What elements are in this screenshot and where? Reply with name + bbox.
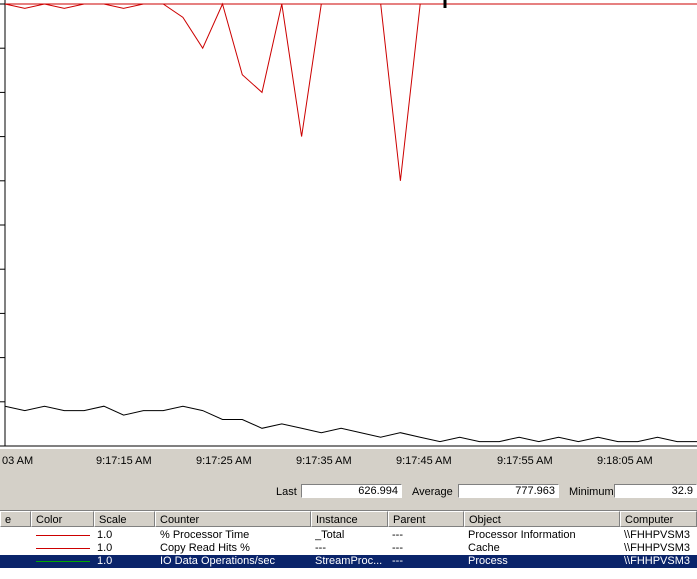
counter-list[interactable]: e Color Scale Counter Instance Parent Ob… bbox=[0, 510, 697, 579]
column-header-counter[interactable]: Counter bbox=[155, 511, 311, 527]
graph-canvas[interactable] bbox=[0, 0, 697, 449]
scale-cell: 1.0 bbox=[97, 529, 113, 541]
column-header-color[interactable]: Color bbox=[31, 511, 94, 527]
instance-cell: --- bbox=[315, 542, 326, 554]
computer-cell: \\FHHPVSM3 bbox=[624, 555, 691, 567]
time-label: 03 AM bbox=[2, 455, 34, 467]
column-header-computer[interactable]: Computer bbox=[620, 511, 697, 527]
counter-row-processor-time[interactable]: 1.0 % Processor Time _Total --- Processo… bbox=[0, 529, 697, 542]
counter-cell: Copy Read Hits % bbox=[160, 542, 250, 554]
column-header-parent[interactable]: Parent bbox=[388, 511, 464, 527]
column-header-scale[interactable]: Scale bbox=[94, 511, 155, 527]
object-cell: Processor Information bbox=[468, 529, 576, 541]
series-line-processor-time bbox=[4, 2, 697, 181]
time-label: 9:17:15 AM bbox=[96, 455, 152, 467]
time-label: 9:17:25 AM bbox=[196, 455, 252, 467]
minimum-label: Minimum bbox=[569, 486, 614, 498]
time-label: 9:18:05 AM bbox=[597, 455, 653, 467]
time-label: 9:17:45 AM bbox=[396, 455, 452, 467]
parent-cell: --- bbox=[392, 555, 403, 567]
color-swatch bbox=[36, 561, 90, 562]
computer-cell: \\FHHPVSM3 bbox=[624, 529, 691, 541]
parent-cell: --- bbox=[392, 542, 403, 554]
last-label: Last bbox=[276, 486, 297, 498]
color-swatch bbox=[36, 548, 90, 549]
last-value: 626.994 bbox=[301, 484, 402, 498]
column-header-object[interactable]: Object bbox=[464, 511, 620, 527]
minimum-value: 32.9 bbox=[614, 484, 697, 498]
instance-cell: _Total bbox=[315, 529, 345, 541]
counter-row-copy-read-hits[interactable]: 1.0 Copy Read Hits % --- --- Cache \\FHH… bbox=[0, 542, 697, 555]
counter-row-io-data-operations[interactable]: 1.0 IO Data Operations/sec StreamProc...… bbox=[0, 555, 697, 568]
performance-graph[interactable] bbox=[0, 0, 697, 449]
counter-cell: % Processor Time bbox=[160, 529, 250, 541]
parent-cell: --- bbox=[392, 529, 403, 541]
time-label: 9:17:55 AM bbox=[497, 455, 553, 467]
object-cell: Cache bbox=[468, 542, 500, 554]
column-header-instance[interactable]: Instance bbox=[311, 511, 388, 527]
color-swatch bbox=[36, 535, 90, 536]
counter-cell: IO Data Operations/sec bbox=[160, 555, 275, 567]
computer-cell: \\FHHPVSM3 bbox=[624, 542, 691, 554]
time-label: 9:17:35 AM bbox=[296, 455, 352, 467]
object-cell: Process bbox=[468, 555, 508, 567]
instance-cell: StreamProc... bbox=[315, 555, 383, 567]
average-label: Average bbox=[412, 486, 453, 498]
column-header-show[interactable]: e bbox=[0, 511, 31, 527]
scale-cell: 1.0 bbox=[97, 555, 113, 567]
series-line-io-ops bbox=[4, 405, 697, 443]
average-value: 777.963 bbox=[458, 484, 559, 498]
scale-cell: 1.0 bbox=[97, 542, 113, 554]
